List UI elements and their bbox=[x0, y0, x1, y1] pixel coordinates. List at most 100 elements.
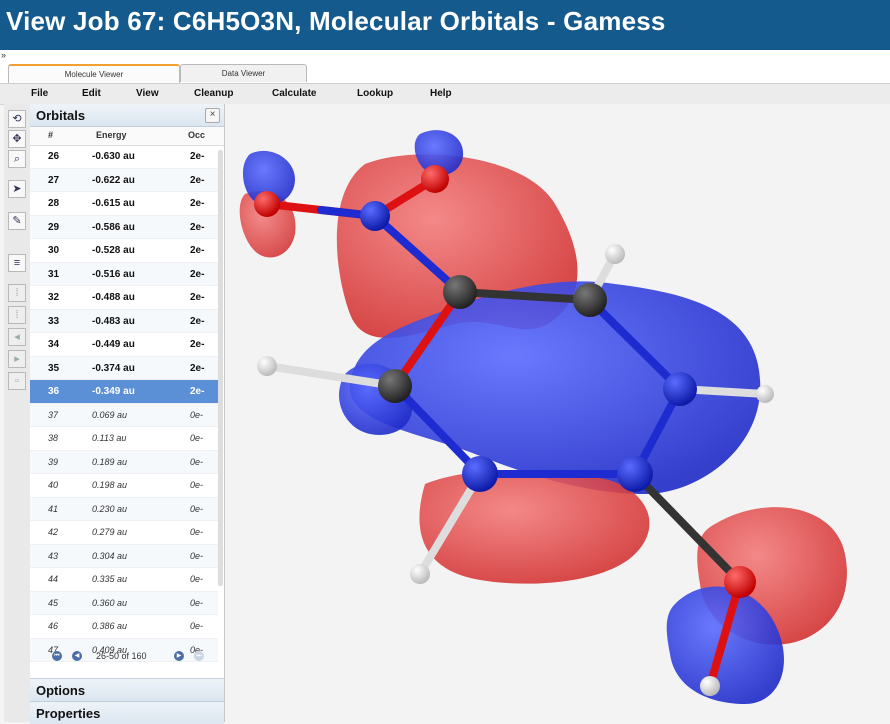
column-energy[interactable]: Energy bbox=[96, 130, 127, 140]
orbital-occupancy: 0e- bbox=[190, 456, 204, 467]
close-icon[interactable]: × bbox=[205, 108, 220, 123]
move-icon[interactable]: ✥ bbox=[8, 130, 26, 148]
column-occ[interactable]: Occ bbox=[188, 130, 205, 140]
menu-bar: File Edit View Cleanup Calculate Lookup … bbox=[0, 84, 890, 105]
tool-a-icon[interactable]: ⁞ bbox=[8, 284, 26, 302]
orbital-occupancy: 0e- bbox=[190, 621, 204, 631]
menu-file[interactable]: File bbox=[31, 88, 48, 99]
orbital-occupancy: 2e- bbox=[190, 292, 205, 303]
orbital-energy: 0.113 au bbox=[92, 433, 127, 443]
orbitals-column-headers: # Energy Occ bbox=[30, 127, 224, 146]
orbital-row[interactable]: 34 -0.449 au 2e- bbox=[30, 333, 218, 357]
first-page-icon[interactable]: ⏮ bbox=[52, 651, 62, 661]
select-arrow-icon[interactable]: ➤ bbox=[8, 180, 26, 198]
tool-c-icon[interactable]: ◂ bbox=[8, 328, 26, 346]
orbital-row[interactable]: 30 -0.528 au 2e- bbox=[30, 239, 218, 263]
orbital-row[interactable]: 40 0.198 au 0e- bbox=[30, 474, 218, 498]
orbital-row[interactable]: 45 0.360 au 0e- bbox=[30, 591, 218, 615]
tool-b-icon[interactable]: ⁞ bbox=[8, 306, 26, 324]
orbital-number: 43 bbox=[48, 550, 59, 561]
orbital-occupancy: 0e- bbox=[190, 409, 204, 420]
orbital-occupancy: 2e- bbox=[190, 245, 205, 256]
orbital-row[interactable]: 29 -0.586 au 2e- bbox=[30, 215, 218, 239]
orbital-number: 29 bbox=[48, 221, 60, 233]
orbital-row[interactable]: 38 0.113 au 0e- bbox=[30, 427, 218, 451]
orbital-energy: -0.622 au bbox=[92, 174, 135, 186]
expand-chevron-icon[interactable]: » bbox=[1, 50, 6, 60]
rotate-icon[interactable]: ⟲ bbox=[8, 110, 26, 128]
orbital-row[interactable]: 27 -0.622 au 2e- bbox=[30, 168, 218, 192]
menu-calculate[interactable]: Calculate bbox=[272, 88, 316, 99]
orbital-energy: 0.335 au bbox=[92, 574, 128, 584]
next-page-icon[interactable]: ▶ bbox=[174, 651, 184, 661]
orbital-number: 44 bbox=[48, 574, 59, 584]
orbital-occupancy: 2e- bbox=[190, 198, 205, 209]
list-icon[interactable]: ≡ bbox=[8, 254, 26, 272]
orbital-row[interactable]: 43 0.304 au 0e- bbox=[30, 544, 218, 568]
orbital-lobe-positive bbox=[419, 470, 650, 584]
orbital-energy: -0.615 au bbox=[92, 198, 135, 209]
orbital-number: 32 bbox=[48, 292, 60, 303]
tool-e-icon[interactable]: ▫ bbox=[8, 372, 26, 390]
orbital-occupancy: 0e- bbox=[190, 574, 204, 584]
orbital-row[interactable]: 41 0.230 au 0e- bbox=[30, 497, 218, 521]
orbital-number: 39 bbox=[48, 456, 59, 467]
menu-cleanup[interactable]: Cleanup bbox=[194, 88, 233, 99]
orbital-energy: -0.586 au bbox=[92, 221, 135, 233]
edit-icon[interactable]: ✎ bbox=[8, 212, 26, 230]
orbital-number: 28 bbox=[48, 198, 60, 209]
menu-help[interactable]: Help bbox=[430, 88, 452, 99]
orbital-row[interactable]: 31 -0.516 au 2e- bbox=[30, 262, 218, 286]
orbital-number: 26 bbox=[48, 151, 60, 162]
options-section[interactable]: Options bbox=[30, 678, 224, 701]
zoom-icon[interactable]: ⌕ bbox=[8, 150, 26, 168]
prev-page-icon[interactable]: ◀ bbox=[72, 651, 82, 661]
orbital-row[interactable]: 35 -0.374 au 2e- bbox=[30, 356, 218, 380]
tool-palette: ⟲ ✥ ⌕ ➤ ✎ ≡ ⁞ ⁞ ◂ ▸ ▫ bbox=[4, 104, 31, 722]
tab-molecule-viewer[interactable]: Molecule Viewer bbox=[8, 64, 180, 83]
orbital-row[interactable]: 32 -0.488 au 2e- bbox=[30, 286, 218, 310]
orbital-energy: -0.374 au bbox=[92, 362, 135, 374]
orbital-row[interactable]: 39 0.189 au 0e- bbox=[30, 450, 218, 474]
orbital-occupancy: 2e- bbox=[190, 151, 205, 162]
orbital-occupancy: 0e- bbox=[190, 597, 204, 608]
menu-lookup[interactable]: Lookup bbox=[357, 88, 393, 99]
orbital-row[interactable]: 26 -0.630 au 2e- bbox=[30, 145, 218, 169]
menu-edit[interactable]: Edit bbox=[82, 88, 101, 99]
orbital-row[interactable]: 28 -0.615 au 2e- bbox=[30, 192, 218, 216]
orbital-row[interactable]: 36 -0.349 au 2e- bbox=[30, 380, 218, 404]
orbital-occupancy: 2e- bbox=[190, 221, 205, 233]
orbital-occupancy: 2e- bbox=[190, 268, 205, 280]
orbital-energy: -0.528 au bbox=[92, 245, 135, 256]
orbital-row[interactable]: 46 0.386 au 0e- bbox=[30, 615, 218, 639]
orbital-number: 27 bbox=[48, 174, 60, 186]
orbital-occupancy: 0e- bbox=[190, 503, 204, 514]
orbital-energy: 0.230 au bbox=[92, 503, 128, 514]
tool-d-icon[interactable]: ▸ bbox=[8, 350, 26, 368]
column-number[interactable]: # bbox=[48, 130, 53, 140]
orbital-number: 41 bbox=[48, 503, 59, 514]
last-page-icon[interactable]: ⏭ bbox=[194, 651, 204, 661]
properties-label: Properties bbox=[36, 706, 101, 721]
orbital-row[interactable]: 44 0.335 au 0e- bbox=[30, 568, 218, 592]
menu-view[interactable]: View bbox=[136, 88, 159, 99]
orbital-occupancy: 2e- bbox=[190, 174, 205, 186]
orbital-energy: 0.069 au bbox=[92, 409, 128, 420]
orbital-number: 30 bbox=[48, 245, 60, 256]
orbital-row[interactable]: 42 0.279 au 0e- bbox=[30, 521, 218, 545]
orbital-number: 36 bbox=[48, 386, 60, 397]
orbitals-title: Orbitals bbox=[36, 108, 86, 123]
orbitals-scrollbar[interactable] bbox=[218, 150, 223, 586]
orbital-energy: -0.449 au bbox=[92, 339, 135, 350]
orbital-energy: -0.349 au bbox=[92, 386, 135, 397]
orbital-occupancy: 0e- bbox=[190, 550, 204, 561]
tab-data-viewer[interactable]: Data Viewer bbox=[180, 64, 307, 82]
orbital-row[interactable]: 37 0.069 au 0e- bbox=[30, 403, 218, 427]
orbital-occupancy: 2e- bbox=[190, 339, 205, 350]
properties-section[interactable]: Properties bbox=[30, 701, 224, 724]
molecule-viewer-canvas[interactable] bbox=[225, 104, 890, 722]
orbital-number: 38 bbox=[48, 433, 59, 443]
orbital-number: 40 bbox=[48, 480, 59, 490]
orbital-occupancy: 0e- bbox=[190, 527, 204, 537]
orbital-row[interactable]: 33 -0.483 au 2e- bbox=[30, 309, 218, 333]
